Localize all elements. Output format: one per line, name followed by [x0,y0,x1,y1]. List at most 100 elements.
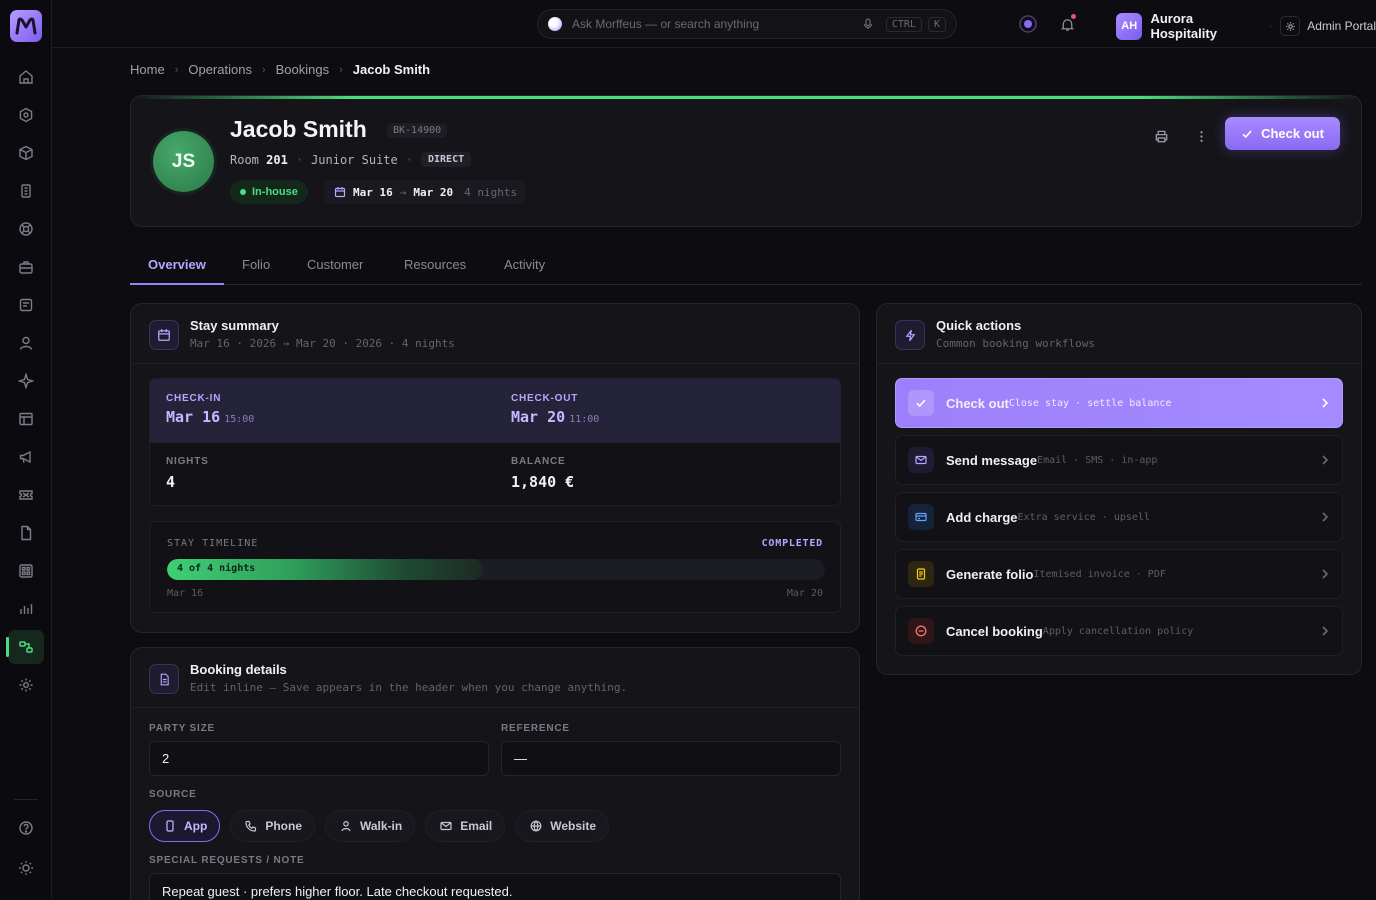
check-out-button[interactable]: Check out [1225,117,1340,150]
card-subtitle: Mar 16 · 2026 → Mar 20 · 2026 · 4 nights [190,337,455,350]
timeline-status: COMPLETED [761,538,823,549]
nav-settings-icon[interactable] [8,668,44,702]
tab-folio[interactable]: Folio [224,244,288,284]
chevron-right-icon: › [339,63,343,76]
nav-sparkle-icon[interactable] [8,364,44,398]
search-placeholder[interactable]: Ask Morffeus — or search anything [572,17,862,31]
checkin-time: 15:00 [224,414,255,425]
quick-action-title: Cancel booking [946,623,1043,639]
source-walkin-button[interactable]: Walk-in [325,810,416,842]
tabs: Overview Folio Customer Resources Activi… [130,244,1362,285]
org-avatar: AH [1116,12,1143,40]
quick-action-title: Generate folio [946,566,1034,582]
cancel-icon [908,618,934,644]
app-logo[interactable] [10,10,42,42]
source-app-button[interactable]: App [149,810,221,842]
card-icon [908,504,934,530]
mail-icon [908,447,934,473]
tab-resources[interactable]: Resources [386,244,484,284]
source-email-button[interactable]: Email [425,810,506,842]
check-out-label: Check out [1261,126,1324,141]
nav-support-icon[interactable] [8,212,44,246]
kbd-ctrl: CTRL [885,16,922,32]
nav-dashboard-icon[interactable] [8,98,44,132]
nav-forms-icon[interactable] [8,288,44,322]
card-subtitle: Edit inline — Save appears in the header… [190,681,628,694]
nav-ticket-icon[interactable] [8,478,44,512]
reference-label: REFERENCE [501,723,570,734]
nav-building-icon[interactable] [8,174,44,208]
assistant-orb-icon [548,17,562,31]
balance-label: BALANCE [511,456,566,467]
org-switcher[interactable]: AH Aurora Hospitality · Admin Portal [1116,11,1376,41]
phone-device-icon [166,820,174,832]
chevron-right-icon: › [174,63,179,76]
card-title: Stay summary [190,318,279,333]
search-bar[interactable]: Ask Morffeus — or search anything CTRL K [537,9,957,39]
more-vertical-icon [1199,130,1203,142]
more-options-button[interactable] [1187,122,1215,150]
quick-action-sub: Email · SMS · in-app [1037,454,1158,466]
channel-badge: DIRECT [421,152,472,167]
print-button[interactable] [1147,122,1175,150]
quick-action-cancel-booking[interactable]: Cancel booking Apply cancellation policy [895,606,1343,656]
date-arrow: → [399,185,407,199]
chevron-right-icon [1320,454,1330,466]
document-icon [149,664,179,694]
breadcrumb-home[interactable]: Home [130,62,165,77]
breadcrumb-operations[interactable]: Operations [188,62,252,77]
sidebar [0,0,52,900]
nav-bookings-icon[interactable] [6,630,44,664]
checkout-date: Mar 20 [511,408,566,426]
room-line: Room 201 · Junior Suite · DIRECT [230,152,472,167]
nav-inventory-icon[interactable] [8,136,44,170]
quick-action-check-out[interactable]: Check out Close stay · settle balance [895,378,1343,428]
theme-sun-icon[interactable] [8,851,44,885]
date-to: Mar 20 [413,185,454,199]
status-badge: In-house [230,180,308,204]
nav-file-icon[interactable] [8,516,44,550]
party-size-label: PARTY SIZE [149,723,215,734]
breadcrumb: Home › Operations › Bookings › Jacob Smi… [130,62,430,77]
tab-overview[interactable]: Overview [130,244,224,285]
reference-input[interactable]: — [501,741,841,776]
party-size-input[interactable]: 2 [149,741,489,776]
microphone-icon[interactable] [862,18,874,30]
nav-home-icon[interactable] [8,60,44,94]
nights-cell: NIGHTS 4 [166,456,209,491]
portal-switcher[interactable]: Admin Portal [1280,16,1376,36]
tab-activity[interactable]: Activity [486,244,563,284]
notifications-bell-icon[interactable] [1055,12,1079,36]
balance-cell: BALANCE 1,840 € [511,456,574,491]
breadcrumb-bookings[interactable]: Bookings [276,62,329,77]
nav-table-icon[interactable] [8,402,44,436]
nav-user-icon[interactable] [8,326,44,360]
booking-code[interactable]: BK-14900 [387,123,448,138]
source-website-button[interactable]: Website [515,810,610,842]
bolt-icon [895,320,925,350]
document-icon [908,561,934,587]
nav-briefcase-icon[interactable] [8,250,44,284]
quick-action-add-charge[interactable]: Add charge Extra service · upsell [895,492,1343,542]
source-phone-button[interactable]: Phone [230,810,315,842]
nav-chart-icon[interactable] [8,592,44,626]
quick-action-title: Check out [946,395,1009,411]
quick-action-sub: Apply cancellation policy [1042,625,1194,637]
nav-megaphone-icon[interactable] [8,440,44,474]
guest-avatar: JS [153,131,214,192]
assistant-ring-icon[interactable] [1016,12,1040,36]
quick-action-sub: Close stay · settle balance [1008,397,1172,409]
check-icon [1242,129,1252,138]
quick-action-sub: Itemised invoice · PDF [1033,568,1166,580]
tab-customer[interactable]: Customer [289,244,381,284]
globe-icon [530,820,542,832]
quick-action-title: Send message [946,452,1038,468]
quick-action-title: Add charge [946,509,1018,525]
help-icon[interactable] [8,811,44,845]
card-subtitle: Common booking workflows [936,337,1095,350]
stay-summary-grid: CHECK-IN Mar 16 15:00 CHECK-OUT Mar 20 11:… [149,378,841,506]
nav-grid-icon[interactable] [8,554,44,588]
note-textarea[interactable]: Repeat guest · prefers higher floor. Lat… [149,873,841,900]
quick-action-generate-folio[interactable]: Generate folio Itemised invoice · PDF [895,549,1343,599]
quick-action-send-message[interactable]: Send message Email · SMS · in-app [895,435,1343,485]
